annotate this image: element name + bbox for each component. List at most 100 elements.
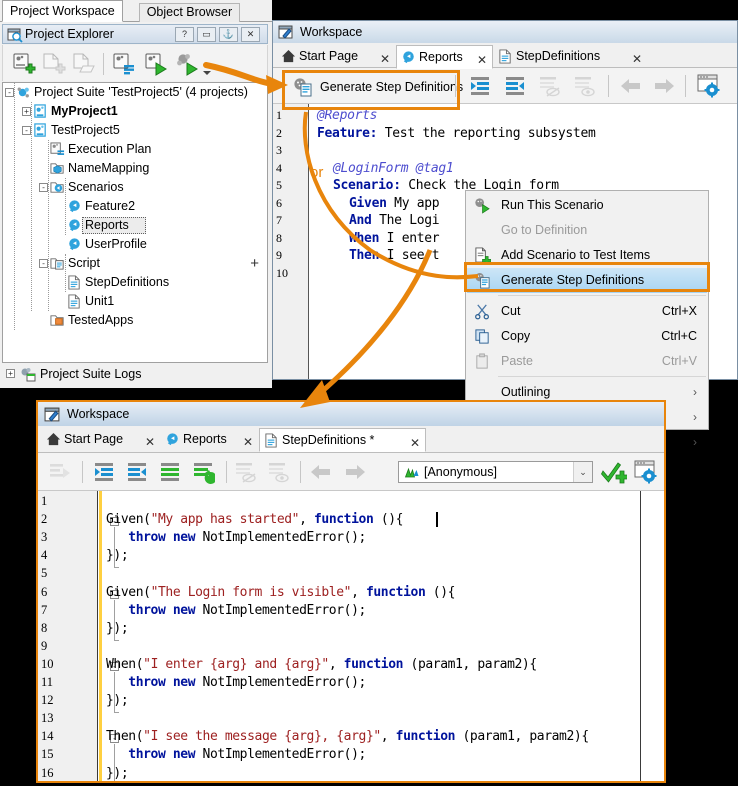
- tree-item[interactable]: +MyProject1: [3, 102, 267, 121]
- tree-item[interactable]: UserProfile: [3, 235, 267, 254]
- open-project-icon[interactable]: [71, 52, 97, 76]
- show-comments-icon[interactable]: [267, 460, 291, 487]
- code-line[interactable]: throw new NotImplementedError();: [106, 675, 366, 690]
- code-line[interactable]: });: [106, 766, 128, 781]
- navigate-forward-icon[interactable]: [342, 461, 368, 486]
- tree-item[interactable]: TestedApps: [3, 311, 267, 330]
- menu-item-go-to-definition[interactable]: Go to Definition: [467, 218, 707, 243]
- menu-item-add-scenario-to-test-items[interactable]: Add Scenario to Test Items: [467, 243, 707, 268]
- tree-item[interactable]: -Project Suite 'TestProject5' (4 project…: [3, 83, 267, 102]
- tree-item[interactable]: -Script+: [3, 254, 267, 273]
- code-line[interactable]: throw new NotImplementedError();: [106, 747, 366, 762]
- editor-options-icon[interactable]: [633, 459, 659, 488]
- tree-item[interactable]: StepDefinitions: [3, 273, 267, 292]
- code-line[interactable]: });: [106, 693, 128, 708]
- routine-combo[interactable]: [Anonymous] ⌄: [398, 461, 593, 483]
- toolbar-dropdown-arrow-icon[interactable]: [203, 71, 211, 75]
- run-routine-icon[interactable]: [48, 460, 72, 487]
- menu-item-cut[interactable]: CutCtrl+X: [467, 299, 707, 324]
- doc-tab-stepdefinitions[interactable]: StepDefinitions✕: [494, 46, 647, 68]
- menu-item-generate-step-definitions[interactable]: Generate Step Definitions: [467, 268, 707, 293]
- show-comments-icon[interactable]: [573, 74, 597, 101]
- close-tab-icon[interactable]: ✕: [632, 49, 642, 70]
- edit-execution-plan-icon[interactable]: [111, 52, 137, 76]
- new-project-icon[interactable]: [41, 52, 67, 76]
- new-project-suite-icon[interactable]: [11, 52, 37, 76]
- doc-tab-reports[interactable]: Reports✕: [161, 429, 258, 451]
- app-tab-object-browser[interactable]: Object Browser: [139, 3, 240, 22]
- code-line[interactable]: @LoginForm @tag1: [333, 161, 453, 176]
- close-tab-icon[interactable]: ✕: [243, 432, 253, 453]
- decrease-indent-icon[interactable]: [503, 74, 527, 101]
- run-project-suite-icon[interactable]: [175, 52, 201, 76]
- doc-tab-stepdefinitions[interactable]: StepDefinitions *✕: [259, 428, 426, 452]
- code-line[interactable]: Then I see t: [349, 248, 439, 263]
- collapse-expander-icon[interactable]: -: [22, 126, 31, 135]
- project-suite-logs-expander[interactable]: +: [6, 369, 15, 378]
- code-line[interactable]: Given("My app has started", function (){: [106, 512, 403, 527]
- tree-item[interactable]: Feature2: [3, 197, 267, 216]
- close-button[interactable]: ✕: [241, 27, 260, 42]
- doc-tab-reports[interactable]: Reports✕: [396, 45, 493, 69]
- code-line[interactable]: throw new NotImplementedError();: [106, 603, 366, 618]
- app-tab-project-workspace[interactable]: Project Workspace: [2, 0, 123, 22]
- generate-step-definitions-button[interactable]: Generate Step Definitions: [285, 72, 471, 102]
- code-line[interactable]: Then("I see the message {arg}, {arg}", f…: [106, 729, 589, 744]
- close-tab-icon[interactable]: ✕: [477, 49, 487, 72]
- editor-options-icon[interactable]: [696, 73, 722, 102]
- tree-item[interactable]: NameMapping: [3, 159, 267, 178]
- tree-item[interactable]: Reports: [3, 216, 267, 235]
- help-button[interactable]: ?: [175, 27, 194, 42]
- expand-expander-icon[interactable]: +: [22, 107, 31, 116]
- pin-button[interactable]: ⚓: [219, 27, 238, 42]
- code-line[interactable]: });: [106, 548, 128, 563]
- tree-item[interactable]: Unit1: [3, 292, 267, 311]
- code-line[interactable]: When("I enter {arg} and {arg}", function…: [106, 657, 537, 672]
- chevron-down-icon[interactable]: ⌄: [573, 462, 592, 482]
- code-line[interactable]: When I enter: [349, 231, 439, 246]
- close-tab-icon[interactable]: ✕: [410, 432, 420, 455]
- close-tab-icon[interactable]: ✕: [145, 432, 155, 453]
- comment-block-icon[interactable]: [158, 460, 182, 487]
- increase-indent-icon[interactable]: [468, 74, 492, 101]
- collapse-expander-icon[interactable]: -: [39, 259, 48, 268]
- tree-item[interactable]: Execution Plan: [3, 140, 267, 159]
- code-line[interactable]: And The Logi: [349, 213, 439, 228]
- code-line[interactable]: Given My app: [349, 196, 439, 211]
- code-line[interactable]: });: [106, 621, 128, 636]
- decrease-indent-icon[interactable]: [125, 460, 149, 487]
- menu-item-copy[interactable]: CopyCtrl+C: [467, 324, 707, 349]
- add-routine-icon[interactable]: [601, 459, 627, 488]
- code-line[interactable]: Feature: Test the reporting subsystem: [317, 126, 596, 141]
- navigate-back-icon[interactable]: [308, 461, 334, 486]
- add-script-unit-button[interactable]: +: [250, 254, 259, 273]
- menu-item-paste[interactable]: PasteCtrl+V: [467, 349, 707, 374]
- project-tree[interactable]: -Project Suite 'TestProject5' (4 project…: [2, 82, 268, 363]
- code-line[interactable]: throw new NotImplementedError();: [106, 530, 366, 545]
- uncomment-block-icon[interactable]: [191, 460, 215, 487]
- collapse-expander-icon[interactable]: -: [5, 88, 14, 97]
- editor-context-menu[interactable]: Run This ScenarioGo to DefinitionAdd Sce…: [465, 190, 709, 430]
- doc-tab-start-page[interactable]: Start Page✕: [42, 429, 160, 451]
- code-token: ,: [299, 512, 314, 527]
- tree-item[interactable]: -Scenarios: [3, 178, 267, 197]
- project-suite-logs-row[interactable]: + Project Suite Logs: [2, 364, 268, 384]
- navigate-back-icon[interactable]: [618, 75, 644, 100]
- hide-comments-icon[interactable]: [538, 74, 562, 101]
- run-project-icon[interactable]: [143, 52, 169, 76]
- hide-comments-icon[interactable]: [234, 460, 258, 487]
- script-editor[interactable]: 12345678910111213141516 ---- Given("My a…: [38, 491, 664, 781]
- line-number: 8: [41, 621, 47, 636]
- restore-button[interactable]: ▭: [197, 27, 216, 42]
- tree-item[interactable]: -TestProject5: [3, 121, 267, 140]
- collapse-expander-icon[interactable]: -: [39, 183, 48, 192]
- line-number: 7: [276, 213, 282, 228]
- close-tab-icon[interactable]: ✕: [380, 49, 390, 70]
- navigate-forward-icon[interactable]: [651, 75, 677, 100]
- code-line[interactable]: Given("The Login form is visible", funct…: [106, 585, 455, 600]
- script-editor-fold-column[interactable]: ----: [70, 491, 98, 781]
- increase-indent-icon[interactable]: [92, 460, 116, 487]
- menu-item-run-this-scenario[interactable]: Run This Scenario: [467, 193, 707, 218]
- code-line[interactable]: @Reports: [317, 108, 377, 123]
- doc-tab-start-page[interactable]: Start Page✕: [277, 46, 395, 68]
